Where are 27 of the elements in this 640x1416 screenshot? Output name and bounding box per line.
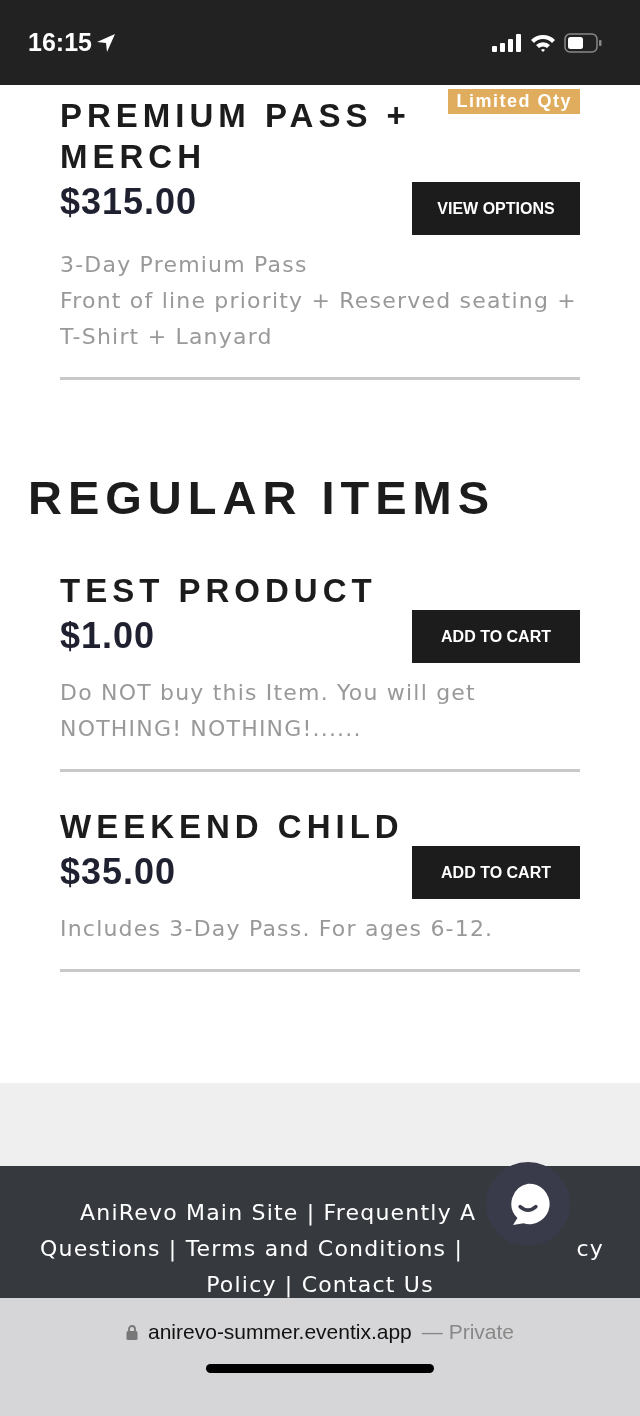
product-name: PREMIUM PASS + MERCH — [60, 96, 412, 177]
product-description: Includes 3-Day Pass. For ages 6-12. — [60, 915, 495, 943]
location-arrow-icon — [95, 32, 116, 53]
footer-link[interactable]: Policy | Contact Us — [206, 1271, 434, 1297]
product-price: $315.00 — [60, 180, 199, 224]
footer-link[interactable]: cy — [576, 1235, 604, 1261]
product-price: $35.00 — [60, 850, 178, 894]
product-button[interactable]: ADD TO CART — [412, 846, 580, 899]
product-description: Front of line priority + Reserved seating + T-Shirt + Lanyard — [60, 287, 578, 351]
product-name: TEST PRODUCT — [60, 571, 377, 611]
battery-icon — [564, 32, 602, 53]
product-name: WEEKEND CHILD — [60, 807, 404, 847]
product-button[interactable]: VIEW OPTIONS — [412, 182, 580, 235]
footer-link[interactable]: AniRevo Main Site | Frequently A — [80, 1199, 477, 1225]
lock-icon — [126, 1324, 138, 1340]
private-label: — Private — [421, 1320, 514, 1344]
section-heading: REGULAR ITEMS — [28, 472, 497, 524]
wifi-icon — [530, 33, 556, 52]
clock-time: 16:15 — [28, 28, 92, 57]
limited-badge: Limited Qty — [448, 89, 580, 114]
signal-icon — [492, 33, 522, 52]
product-button[interactable]: ADD TO CART — [412, 610, 580, 663]
product-description: 3-Day Premium Pass — [60, 251, 309, 279]
footer-link[interactable]: Questions | Terms and Conditions | — [40, 1235, 464, 1261]
product-price: $1.00 — [60, 614, 157, 658]
address-url[interactable]: anirevo-summer.eventix.app — [148, 1320, 412, 1344]
product-description: Do NOT buy this Item. You will get NOTHING! NOTHING!...... — [60, 679, 477, 743]
